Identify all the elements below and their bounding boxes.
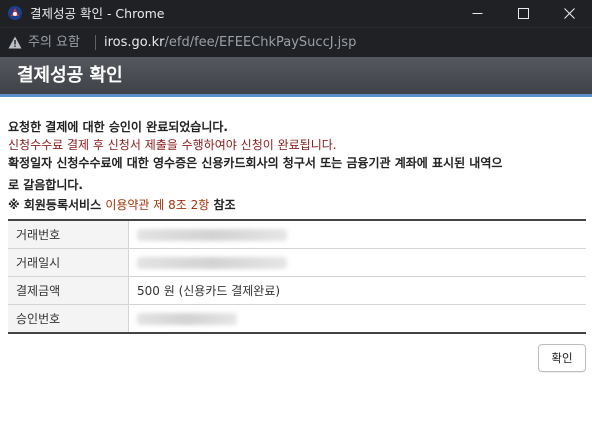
redacted-value <box>137 229 287 241</box>
receipt-notice-line2: 로 갈음합니다. <box>8 178 83 192</box>
address-separator <box>95 35 96 50</box>
terms-notice-suffix: 참조 <box>213 198 236 212</box>
submission-notice: 신청수수료 결제 후 신청서 제출을 수행하여야 신청이 완료됩니다. <box>8 138 337 152</box>
transaction-datetime-value <box>128 248 586 277</box>
site-favicon-icon <box>8 6 22 20</box>
header-accent-line <box>0 94 592 97</box>
confirm-button[interactable]: 확인 <box>538 344 586 372</box>
payment-amount-label: 결제금액 <box>8 276 129 305</box>
redacted-value <box>137 313 237 325</box>
terms-notice-prefix: ※ 회원등록서비스 <box>8 198 102 212</box>
receipt-notice-line1: 확정일자 신청수수료에 대한 영수증은 신용카드회사의 청구서 또는 금융기관 … <box>8 156 503 170</box>
redacted-value <box>137 257 287 269</box>
address-bar[interactable]: 주의 요함 iros.go.kr/efd/fee/EFEEChkPaySuccJ… <box>0 27 592 57</box>
approval-number-label: 승인번호 <box>8 304 129 333</box>
approval-message: 요청한 결제에 대한 승인이 완료되었습니다. <box>8 120 228 134</box>
transaction-number-label: 거래번호 <box>8 220 129 249</box>
maximize-icon <box>517 8 529 19</box>
warning-triangle-icon <box>8 36 22 49</box>
transaction-datetime-label: 거래일시 <box>8 248 129 277</box>
security-warning-label[interactable]: 주의 요함 <box>28 35 80 50</box>
window-titlebar: 결제성공 확인 - Chrome <box>0 0 592 27</box>
payment-info-table: 거래번호 거래일시 결제금액 500 원 (신용카드 결제완료) 승인번호 <box>8 219 586 334</box>
close-button[interactable] <box>546 0 592 27</box>
minimize-icon <box>472 13 482 14</box>
url-host: iros.go.kr <box>104 35 165 50</box>
page-title: 결제성공 확인 <box>17 65 123 86</box>
window-title: 결제성공 확인 - Chrome <box>30 6 165 21</box>
close-icon <box>563 8 575 19</box>
approval-number-value <box>129 305 587 334</box>
table-row: 승인번호 <box>8 304 587 334</box>
minimize-button[interactable] <box>454 0 500 27</box>
url-path: /efd/fee/EFEEChkPaySuccJ.jsp <box>164 35 357 50</box>
table-row: 결제금액 500 원 (신용카드 결제완료) <box>8 276 586 305</box>
maximize-button[interactable] <box>500 0 546 27</box>
table-row: 거래일시 <box>8 248 586 277</box>
url-text[interactable]: iros.go.kr/efd/fee/EFEEChkPaySuccJ.jsp <box>104 35 356 50</box>
terms-link[interactable]: 이용약관 제 8조 2항 <box>105 198 209 212</box>
page-header: 결제성공 확인 <box>0 57 592 94</box>
terms-notice: ※ 회원등록서비스 이용약관 제 8조 2항 참조 <box>8 197 236 213</box>
transaction-number-value <box>128 220 586 249</box>
payment-amount-value: 500 원 (신용카드 결제완료) <box>128 276 586 305</box>
table-row: 거래번호 <box>8 220 586 249</box>
